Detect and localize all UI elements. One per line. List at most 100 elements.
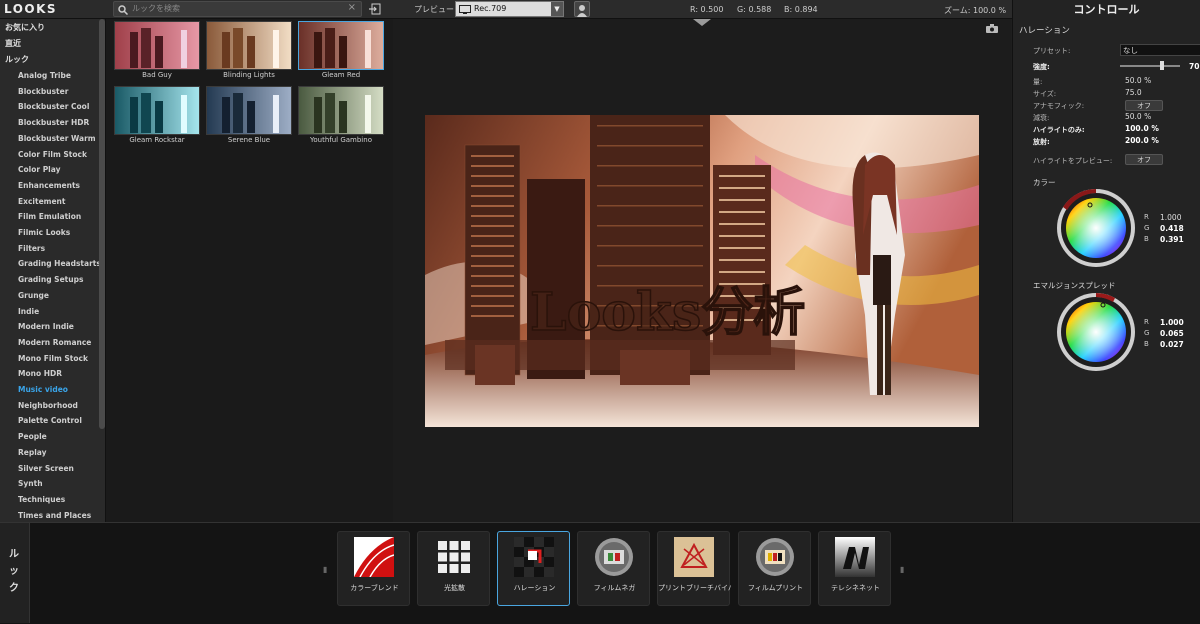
decay-number: 50.0 — [1125, 112, 1142, 121]
tool-label: ハレーション — [513, 584, 556, 592]
emulsion-r-value[interactable]: 1.000 — [1160, 318, 1184, 327]
color-b-value[interactable]: 0.391 — [1160, 235, 1184, 244]
tool-label: フィルムネガ — [593, 584, 636, 592]
chain-end-handle[interactable]: ▮ — [900, 565, 904, 574]
sidebar-looks[interactable]: ルック — [5, 54, 29, 65]
sidebar-item-replay[interactable]: Replay — [18, 448, 47, 457]
sidebar-item-filters[interactable]: Filters — [18, 244, 45, 253]
amount-number: 50.0 — [1125, 76, 1142, 85]
film-negative-icon — [595, 538, 633, 576]
sidebar-scrollbar[interactable] — [99, 19, 105, 429]
strength-label: 強度: — [1033, 63, 1050, 71]
readout-g: G: 0.588 — [737, 5, 772, 14]
look-thumb-gleam-red[interactable] — [298, 21, 384, 70]
color-r-value[interactable]: 1.000 — [1160, 213, 1181, 222]
emulsion-b-value[interactable]: 0.027 — [1160, 340, 1184, 349]
preview-image[interactable]: Looks分析 — [425, 115, 979, 427]
highlight-only-label: ハイライトのみ: — [1033, 126, 1085, 134]
sidebar-item-blockbuster-warm[interactable]: Blockbuster Warm — [18, 134, 96, 143]
overlay-title-text: Looks分析 — [530, 282, 805, 343]
tool-label: テレシネネット — [831, 584, 880, 592]
sidebar-item-people[interactable]: People — [18, 432, 47, 441]
strength-value[interactable]: 70.0 — [1189, 62, 1200, 71]
preset-label: プリセット: — [1033, 47, 1071, 55]
tool-telecine-net[interactable]: テレシネネット — [818, 531, 891, 606]
sidebar-item-silver-screen[interactable]: Silver Screen — [18, 464, 74, 473]
look-search-field[interactable]: ルックを検索 × — [113, 1, 362, 17]
tool-halation[interactable]: ハレーション — [497, 531, 570, 606]
sidebar-item-excitement[interactable]: Excitement — [18, 197, 65, 206]
sidebar-item-analog-tribe[interactable]: Analog Tribe — [18, 71, 71, 80]
tool-print-bleach-bypass[interactable]: プリントブリーチバイパス — [657, 531, 731, 606]
sidebar-item-modern-romance[interactable]: Modern Romance — [18, 338, 91, 347]
controls-header: コントロール — [1012, 0, 1200, 19]
sidebar-item-palette-control[interactable]: Palette Control — [18, 416, 82, 425]
emulsion-color-wheel[interactable] — [1055, 291, 1137, 373]
emulsion-g-value[interactable]: 0.065 — [1160, 329, 1184, 338]
viewer-collapse-handle[interactable] — [693, 19, 711, 26]
strength-slider-handle[interactable] — [1160, 61, 1164, 70]
preview-select[interactable]: Rec.709 ▼ — [455, 1, 564, 17]
sidebar-item-indie[interactable]: Indie — [18, 307, 39, 316]
emulsion-section-title: エマルジョンスプレッド — [1033, 281, 1116, 290]
look-thumb-gleam-rockstar[interactable] — [114, 86, 200, 135]
sidebar-item-mono-hdr[interactable]: Mono HDR — [18, 369, 62, 378]
sidebar-item-modern-indie[interactable]: Modern Indie — [18, 322, 74, 331]
export-icon[interactable] — [369, 3, 381, 15]
emulsion-g-label: G — [1144, 329, 1150, 337]
size-value[interactable]: 75.0 — [1125, 88, 1142, 97]
monitor-icon — [459, 5, 471, 14]
look-thumb-bad-guy[interactable] — [114, 21, 200, 70]
sidebar-item-times-and-places[interactable]: Times and Places — [18, 511, 91, 520]
sidebar-item-enhancements[interactable]: Enhancements — [18, 181, 80, 190]
tool-color-blend[interactable]: カラーブレンド — [337, 531, 410, 606]
chain-start-handle[interactable]: ▮ — [323, 565, 327, 574]
strength-slider[interactable] — [1120, 65, 1180, 67]
preview-highlights-toggle[interactable]: オフ — [1125, 154, 1163, 165]
sidebar-item-grading-setups[interactable]: Grading Setups — [18, 275, 83, 284]
looks-tab[interactable]: ルック — [0, 523, 30, 623]
amount-value[interactable]: 50.0 % — [1125, 76, 1151, 85]
sidebar-item-grunge[interactable]: Grunge — [18, 291, 49, 300]
readout-r: R: 0.500 — [690, 5, 724, 14]
sidebar-item-film-emulation[interactable]: Film Emulation — [18, 212, 81, 221]
sidebar-item-color-play[interactable]: Color Play — [18, 165, 60, 174]
tool-light-diffusion[interactable]: 光拡散 — [417, 531, 490, 606]
emission-value[interactable]: 200.0 % — [1125, 136, 1159, 145]
sidebar-item-mono-film-stock[interactable]: Mono Film Stock — [18, 354, 88, 363]
highlight-only-value[interactable]: 100.0 % — [1125, 124, 1159, 133]
tool-film-negative[interactable]: フィルムネガ — [577, 531, 650, 606]
sidebar-item-color-film-stock[interactable]: Color Film Stock — [18, 150, 87, 159]
sidebar-item-synth[interactable]: Synth — [18, 479, 43, 488]
search-icon — [118, 5, 128, 15]
preset-select[interactable]: なし — [1120, 44, 1200, 56]
user-icon[interactable] — [574, 1, 590, 17]
tool-label: 光拡散 — [444, 584, 465, 592]
look-thumb-youthful-gambino[interactable] — [298, 86, 384, 135]
sidebar-item-music-video[interactable]: Music video — [18, 385, 68, 394]
color-r-label: R — [1144, 213, 1149, 221]
clear-search-button[interactable]: × — [348, 2, 356, 13]
sidebar-item-blockbuster-cool[interactable]: Blockbuster Cool — [18, 102, 89, 111]
color-g-value[interactable]: 0.418 — [1160, 224, 1184, 233]
tool-film-print[interactable]: フィルムプリント — [738, 531, 811, 606]
camera-icon[interactable] — [986, 24, 998, 33]
sidebar-item-grading-headstarts[interactable]: Grading Headstarts — [18, 259, 101, 268]
percent-unit: % — [1151, 136, 1159, 145]
telecine-icon — [835, 537, 875, 577]
look-thumb-serene-blue[interactable] — [206, 86, 292, 135]
anamorphic-toggle[interactable]: オフ — [1125, 100, 1163, 111]
sidebar-item-blockbuster[interactable]: Blockbuster — [18, 87, 68, 96]
sidebar-item-filmic-looks[interactable]: Filmic Looks — [18, 228, 70, 237]
sidebar-recent[interactable]: 直近 — [5, 38, 21, 49]
color-wheel[interactable] — [1055, 187, 1137, 269]
decay-value[interactable]: 50.0 % — [1125, 112, 1151, 121]
color-b-label: B — [1144, 235, 1149, 243]
percent-unit: % — [1144, 112, 1152, 121]
sidebar-item-neighborhood[interactable]: Neighborhood — [18, 401, 78, 410]
sidebar-favorites[interactable]: お気に入り — [5, 22, 45, 33]
sidebar-item-techniques[interactable]: Techniques — [18, 495, 65, 504]
look-thumb-blinding-lights[interactable] — [206, 21, 292, 70]
look-category-sidebar: お気に入り 直近 ルック Analog Tribe Blockbuster Bloc… — [0, 19, 106, 522]
sidebar-item-blockbuster-hdr[interactable]: Blockbuster HDR — [18, 118, 89, 127]
